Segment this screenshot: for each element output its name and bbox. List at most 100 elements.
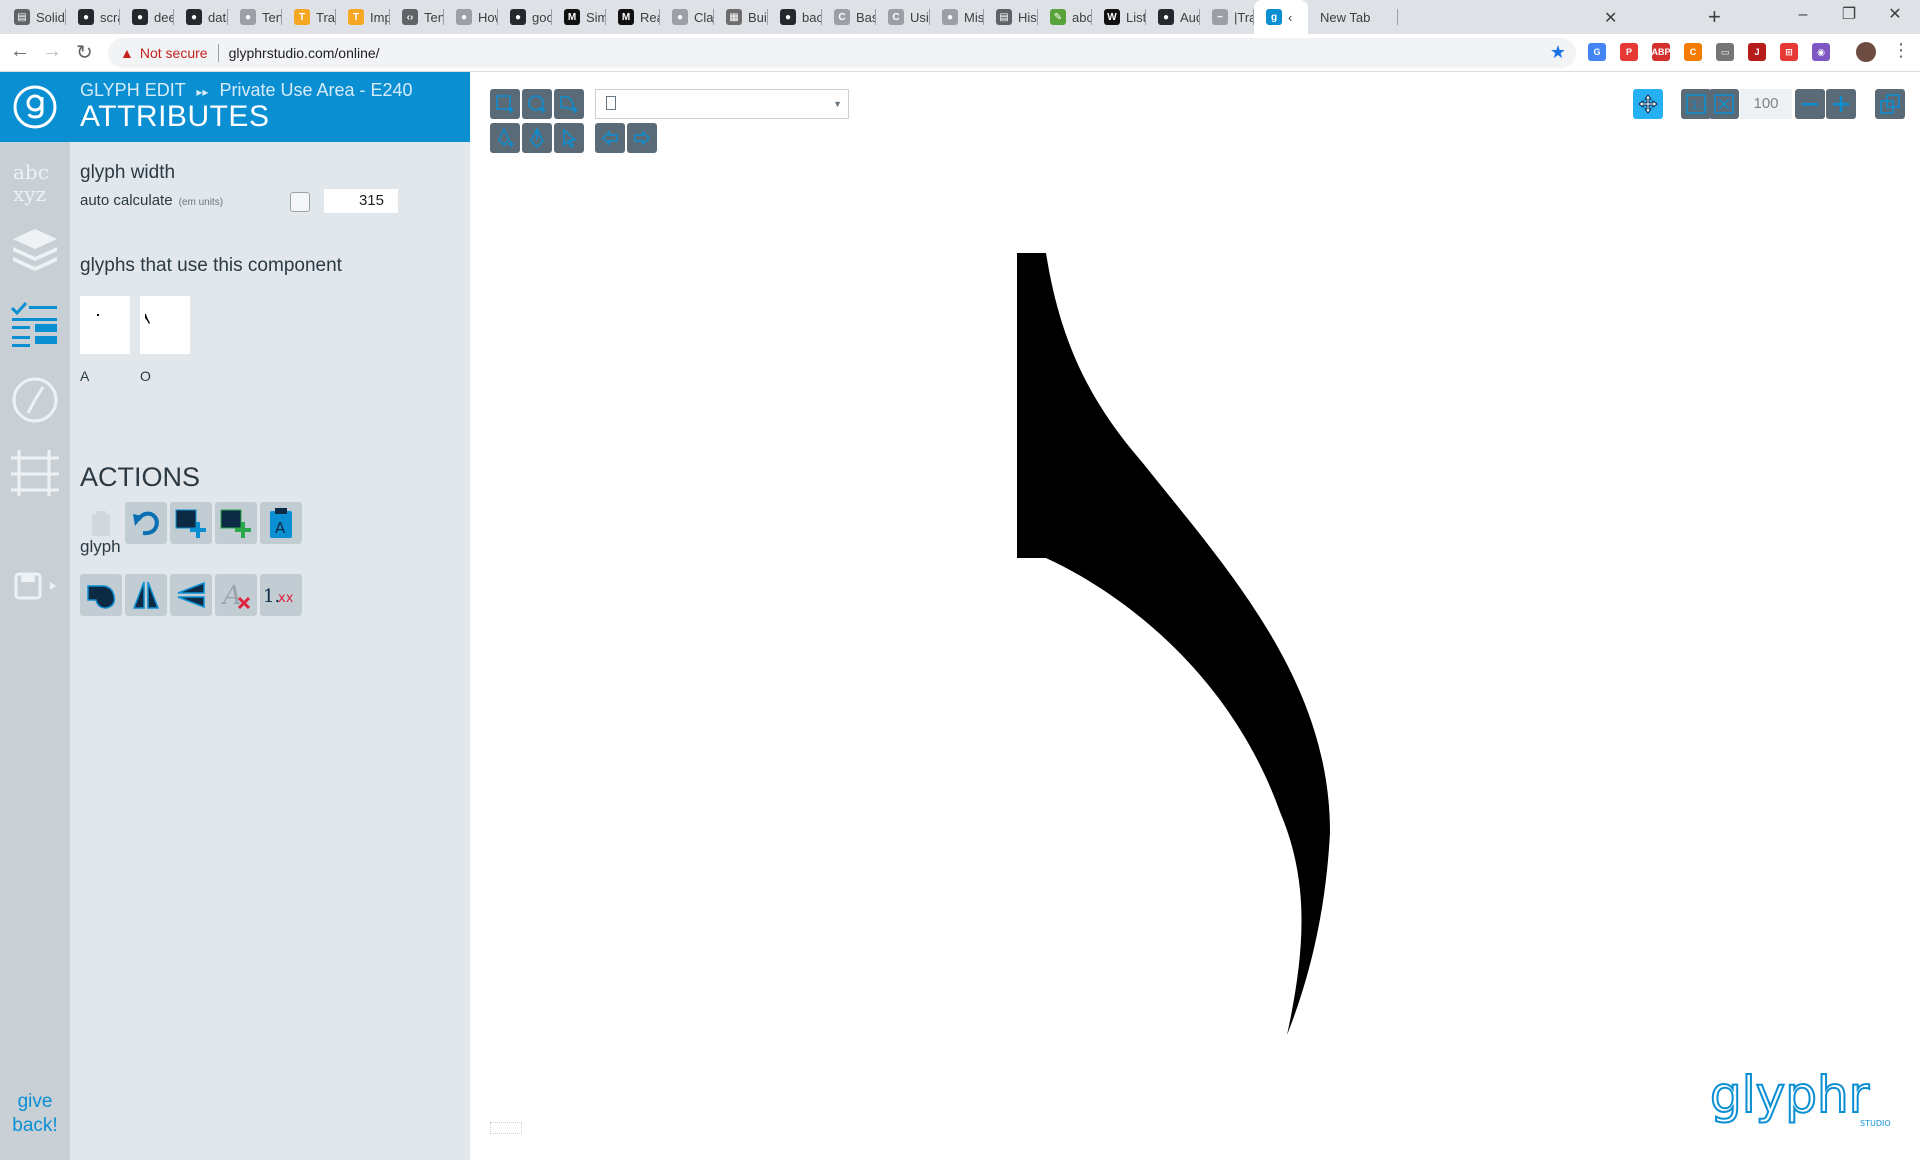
round-points-button[interactable]: 1. xx [260, 574, 302, 616]
combine-shapes-button[interactable] [80, 574, 122, 616]
flip-horizontal-button[interactable] [125, 574, 167, 616]
tab-title: Using [910, 9, 930, 25]
auto-calculate-checkbox[interactable] [290, 192, 310, 212]
new-tab-button[interactable]: + [1708, 4, 1721, 30]
url-text[interactable]: glyphrstudio.com/online/ [229, 45, 380, 61]
tab-close-icon[interactable]: ✕ [1604, 8, 1617, 28]
paste-from-glyph-button[interactable]: A [260, 502, 302, 544]
adblock-ext-icon[interactable]: ABP [1652, 43, 1671, 61]
glyph-path [1017, 253, 1330, 1035]
tab-title: data- [208, 9, 228, 25]
history-icon[interactable] [6, 370, 64, 430]
bookmark-star-icon[interactable]: ★ [1550, 42, 1566, 63]
attributes-icon[interactable] [6, 294, 64, 354]
nav-rail: abc xyz give back! [0, 72, 70, 1160]
tab-title: Simp [586, 9, 606, 25]
browser-tab[interactable]: ~ |Trac [1200, 0, 1254, 34]
forward-icon[interactable]: → [42, 40, 62, 63]
guides-icon[interactable] [6, 442, 64, 502]
browser-tab[interactable]: T Impo [336, 0, 390, 34]
tab-favicon-icon: ● [1158, 9, 1174, 25]
clear-glyph-button[interactable]: A [215, 574, 257, 616]
page-title: ATTRIBUTES [80, 100, 270, 133]
browser-tab[interactable]: M Simp [552, 0, 606, 34]
save-icon[interactable] [6, 556, 64, 616]
glyph-chooser-icon[interactable]: abc xyz [6, 152, 64, 212]
glyph-thumbnail-o[interactable] [140, 296, 190, 354]
tab-title: Class [694, 9, 714, 25]
restore-button[interactable]: ❐ [1826, 2, 1872, 28]
glyph-shape-canvas[interactable] [470, 72, 1920, 1160]
give-back-line-1[interactable]: give [0, 1090, 70, 1114]
browser-tab[interactable]: ▦ Build [714, 0, 768, 34]
cast-ext-icon[interactable]: ▭ [1716, 43, 1734, 61]
auto-calculate-label: auto calculate (em units) [80, 192, 223, 209]
browser-tab[interactable]: ● goog [498, 0, 552, 34]
flip-vertical-button[interactable] [170, 574, 212, 616]
back-icon[interactable]: ← [10, 40, 30, 63]
close-window-button[interactable]: ✕ [1872, 2, 1918, 28]
breadcrumb-location[interactable]: Private Use Area - E240 [219, 80, 412, 100]
add-shape-button[interactable] [170, 502, 212, 544]
add-component-button[interactable] [215, 502, 257, 544]
browser-tab[interactable]: M Realt [606, 0, 660, 34]
layers-icon[interactable] [6, 220, 64, 280]
browser-tab[interactable]: ● Tenso [228, 0, 282, 34]
browser-tab[interactable]: ✎ abcs [1038, 0, 1092, 34]
breadcrumb-section[interactable]: GLYPH EDIT [80, 80, 185, 100]
not-secure-label[interactable]: Not secure [140, 45, 208, 61]
undo-button[interactable] [125, 502, 167, 544]
glyph-thumbnail-a[interactable] [80, 296, 130, 354]
browser-tab[interactable]: ● Misc [930, 0, 984, 34]
svg-text:xyz: xyz [13, 182, 46, 206]
browser-tab[interactable]: g ‹ [1254, 0, 1308, 34]
browser-tab[interactable]: T Trans [282, 0, 336, 34]
minimize-button[interactable]: – [1780, 2, 1826, 28]
browser-tab[interactable]: C Basic [822, 0, 876, 34]
browser-tab[interactable]: New Tab [1308, 0, 1398, 34]
browser-tab[interactable]: ● Audi [1146, 0, 1200, 34]
browser-tab[interactable]: ‹› Tenso [390, 0, 444, 34]
translate-ext-icon[interactable]: G [1588, 43, 1606, 61]
browser-toolbar: ← → ↻ ▲ Not secure glyphrstudio.com/onli… [0, 34, 1920, 72]
tab-title: bacti [802, 9, 822, 25]
browser-tab[interactable]: C Using [876, 0, 930, 34]
browser-tab[interactable]: ● deep [120, 0, 174, 34]
browser-tab[interactable]: ▤ Solid [0, 0, 66, 34]
glyphr-logo-button[interactable] [0, 72, 70, 142]
glyph-width-input[interactable]: 315 [323, 188, 399, 214]
browser-tab[interactable]: ● data- [174, 0, 228, 34]
edit-canvas[interactable]: ▼ 1:1 100 glyphr STUDIO [470, 72, 1920, 1160]
purple-ext-icon[interactable]: ◉ [1812, 43, 1830, 61]
combine-icon [87, 585, 116, 609]
browser-tab[interactable]: ● bacti [768, 0, 822, 34]
tab-favicon-icon: ● [942, 9, 958, 25]
tab-favicon-icon: ● [672, 9, 688, 25]
flip-horizontal-icon [132, 581, 160, 609]
red-ext-icon[interactable]: J [1748, 43, 1766, 61]
give-back-link[interactable]: give back! [0, 1090, 70, 1138]
tab-title: Audi [1180, 9, 1200, 25]
profile-avatar[interactable] [1856, 42, 1876, 62]
clear-glyph-icon: A [221, 581, 251, 611]
browser-tab[interactable]: ● Class [660, 0, 714, 34]
cart-ext-icon[interactable]: ⊞ [1780, 43, 1798, 61]
give-back-line-2[interactable]: back! [0, 1114, 70, 1138]
brand-subtitle: STUDIO [1860, 1119, 1891, 1128]
pdf-ext-icon[interactable]: P [1620, 43, 1638, 61]
browser-tab[interactable]: W List o [1092, 0, 1146, 34]
tab-title: Solid [36, 9, 65, 25]
tab-favicon-icon: ~ [1212, 9, 1228, 25]
brand-wordmark: glyphr [1710, 1070, 1870, 1124]
browser-tab[interactable]: ▤ Histo [984, 0, 1038, 34]
svg-text:xx: xx [278, 591, 294, 606]
honey-ext-icon[interactable]: C [1684, 43, 1702, 61]
tab-title: goog [532, 9, 552, 25]
address-bar[interactable]: ▲ Not secure glyphrstudio.com/online/ ★ [108, 38, 1576, 68]
browser-tab[interactable]: ● scrap [66, 0, 120, 34]
browser-tab[interactable]: ● How [444, 0, 498, 34]
reload-icon[interactable]: ↻ [76, 40, 93, 65]
browser-menu-icon[interactable]: ⋮ [1892, 40, 1910, 61]
tab-title: New Tab [1320, 9, 1371, 25]
tab-favicon-icon: ▤ [14, 9, 30, 25]
